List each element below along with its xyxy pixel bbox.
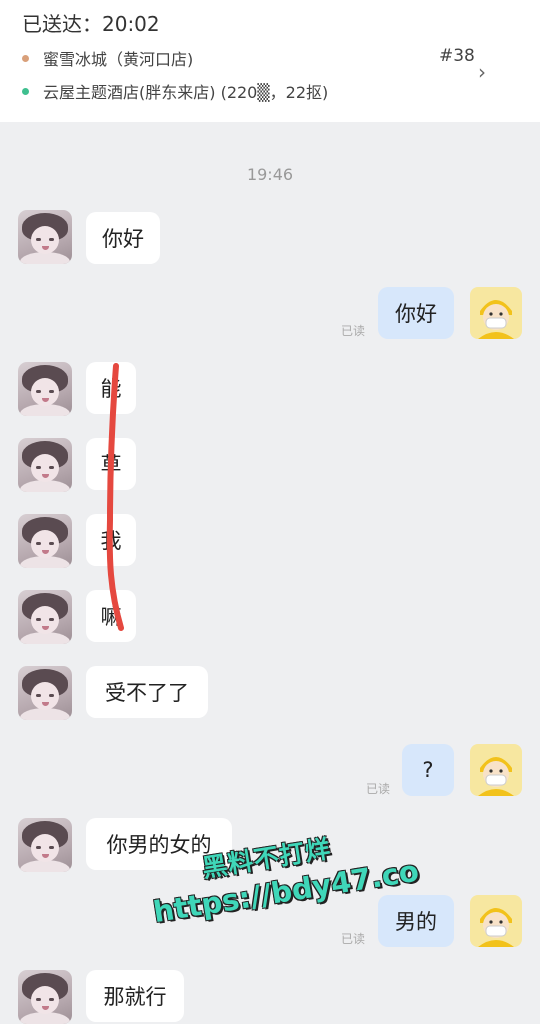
message-bubble-incoming[interactable]: 嘛 — [86, 590, 136, 642]
shop-row: 蜜雪冰城（黄河口店) — [22, 46, 193, 70]
message-bubble-incoming[interactable]: 我 — [86, 514, 136, 566]
user-avatar-icon[interactable] — [470, 744, 522, 796]
user-avatar-icon[interactable] — [470, 287, 522, 339]
shop-dot-icon — [22, 54, 29, 62]
message-bubble-incoming[interactable]: 那就行 — [86, 970, 184, 1022]
order-info-card[interactable]: 已送达：20:02 蜜雪冰城（黄河口店) #38 › 云屋主题酒店(胖东来店) … — [0, 0, 540, 122]
contact-avatar[interactable] — [18, 818, 72, 872]
message-bubble-incoming[interactable]: 你好 — [86, 212, 160, 264]
message-bubble-incoming[interactable]: 草 — [86, 438, 136, 490]
shop-name: 蜜雪冰城（黄河口店) — [43, 50, 194, 69]
contact-avatar[interactable] — [18, 438, 72, 492]
contact-avatar[interactable] — [18, 514, 72, 568]
message-bubble-incoming[interactable]: 能 — [86, 362, 136, 414]
contact-avatar[interactable] — [18, 210, 72, 264]
destination-dot-icon — [22, 87, 29, 95]
contact-avatar[interactable] — [18, 362, 72, 416]
destination-row: 云屋主题酒店(胖东来店) (220▒，22抠) — [22, 79, 328, 103]
user-avatar-icon[interactable] — [470, 895, 522, 947]
delivered-status: 已送达：20:02 — [22, 12, 160, 36]
contact-avatar[interactable] — [18, 666, 72, 720]
message-bubble-outgoing[interactable]: 男的 — [378, 895, 454, 947]
read-receipt: 已读 — [341, 932, 366, 946]
chevron-right-icon[interactable]: › — [478, 60, 486, 84]
order-number: #38 — [439, 46, 475, 66]
read-receipt: 已读 — [366, 782, 391, 796]
contact-avatar[interactable] — [18, 590, 72, 644]
message-bubble-incoming[interactable]: 受不了了 — [86, 666, 208, 718]
destination-address: 云屋主题酒店(胖东来店) (220▒，22抠) — [43, 83, 329, 102]
message-bubble-outgoing[interactable]: ? — [402, 744, 454, 796]
message-bubble-outgoing[interactable]: 你好 — [378, 287, 454, 339]
chat-timestamp: 19:46 — [246, 165, 294, 184]
contact-avatar[interactable] — [18, 970, 72, 1024]
read-receipt: 已读 — [341, 324, 366, 338]
